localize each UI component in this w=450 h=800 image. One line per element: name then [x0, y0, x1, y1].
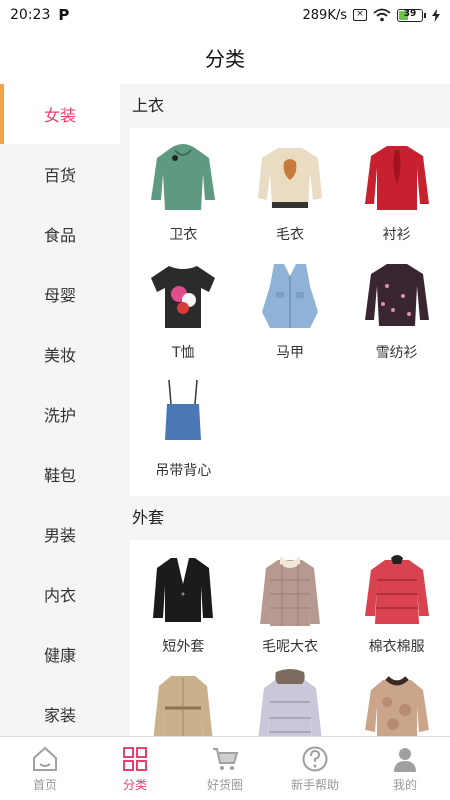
sidebar-item[interactable]: 洗护: [0, 384, 120, 444]
category-item[interactable]: 雪纺衫: [343, 252, 450, 370]
category-item[interactable]: 卫衣: [130, 134, 237, 252]
category-item-label: 吊带背心: [155, 463, 212, 479]
tab-category[interactable]: 分类: [90, 737, 180, 800]
category-item-label: 毛衣: [275, 227, 304, 243]
profile-icon: [391, 745, 419, 776]
battery-level: 39: [403, 8, 417, 19]
down-jacket-icon: [250, 668, 330, 736]
sidebar-item-label: 男装: [43, 526, 76, 545]
sidebar-item[interactable]: 女装: [0, 84, 120, 144]
category-item[interactable]: [130, 664, 237, 736]
tab-profile[interactable]: 我的: [360, 737, 450, 800]
tshirt-icon: [143, 256, 223, 336]
sidebar-item[interactable]: 健康: [0, 624, 120, 684]
sidebar-item[interactable]: 内衣: [0, 564, 120, 624]
help-icon: [301, 745, 329, 776]
sidebar-item-label: 百货: [43, 166, 76, 185]
tab-label: 我的: [392, 777, 417, 792]
category-item[interactable]: 马甲: [237, 252, 344, 370]
category-grid: 短外套 毛呢大衣 棉衣棉服: [130, 540, 450, 736]
sim-icon: ×: [353, 9, 367, 21]
category-item-label: 毛呢大衣: [261, 639, 318, 655]
home-icon: [31, 745, 59, 776]
tab-label: 好货圈: [206, 777, 243, 792]
fur-coat-icon: [357, 668, 437, 736]
sidebar-item-label: 母婴: [43, 286, 76, 305]
camisole-icon: [143, 374, 223, 454]
network-speed: 289K/s: [302, 7, 348, 23]
cart-icon: [211, 745, 239, 776]
category-item[interactable]: 短外套: [130, 546, 237, 664]
sidebar-item[interactable]: 母婴: [0, 264, 120, 324]
tab-home[interactable]: 首页: [0, 737, 90, 800]
category-item-label: 卫衣: [169, 227, 198, 243]
parking-app-icon: P: [58, 6, 70, 24]
charging-icon: [432, 8, 440, 22]
category-item[interactable]: [237, 664, 344, 736]
tab-help[interactable]: 新手帮助: [270, 737, 360, 800]
category-grid: 卫衣 毛衣 衬衫 T恤 马甲 雪纺衫吊带背心: [130, 128, 450, 496]
sidebar-item[interactable]: 鞋包: [0, 444, 120, 504]
category-item[interactable]: 吊带背心: [130, 370, 237, 488]
sidebar-item-label: 家装: [43, 706, 76, 725]
sidebar-item-label: 美妆: [43, 346, 76, 365]
sidebar-item-label: 食品: [43, 226, 76, 245]
sidebar-item-label: 洗护: [43, 406, 76, 425]
category-section: 上衣卫衣 毛衣 衬衫 T恤 马甲 雪纺衫吊带背心: [130, 84, 450, 496]
page-header: 分类: [0, 30, 450, 84]
category-item[interactable]: 毛呢大衣: [237, 546, 344, 664]
sidebar-item[interactable]: 家装: [0, 684, 120, 736]
bottom-tab-bar: 首页 分类 好货圈 新手帮助 我的: [0, 736, 450, 800]
category-content: 上衣卫衣 毛衣 衬衫 T恤 马甲 雪纺衫吊带背心外套短外套 毛呢大衣 棉衣棉服: [120, 84, 450, 736]
sidebar-item-label: 健康: [43, 646, 76, 665]
category-item[interactable]: 毛衣: [237, 134, 344, 252]
category-item-label: 雪纺衫: [375, 345, 418, 361]
sidebar-item-label: 女装: [43, 106, 76, 125]
sidebar-item[interactable]: 百货: [0, 144, 120, 204]
blazer-icon: [143, 550, 223, 630]
puffer-icon: [357, 550, 437, 630]
category-item[interactable]: 衬衫: [343, 134, 450, 252]
sidebar-item[interactable]: 男装: [0, 504, 120, 564]
section-title: 外套: [130, 496, 450, 540]
category-icon: [121, 745, 149, 776]
sidebar-item-label: 鞋包: [43, 466, 76, 485]
page-title: 分类: [205, 46, 245, 71]
wool-coat-icon: [250, 550, 330, 630]
status-bar: 20:23 P 289K/s × 39: [0, 0, 450, 30]
category-item[interactable]: 棉衣棉服: [343, 546, 450, 664]
wifi-icon: [373, 8, 391, 22]
section-title: 上衣: [130, 84, 450, 128]
tab-label: 新手帮助: [290, 777, 339, 792]
tab-cart[interactable]: 好货圈: [180, 737, 270, 800]
sidebar-item[interactable]: 食品: [0, 204, 120, 264]
tab-label: 分类: [122, 777, 147, 792]
hoodie-icon: [143, 138, 223, 218]
category-item-label: 棉衣棉服: [368, 639, 425, 655]
vest-icon: [250, 256, 330, 336]
clock: 20:23: [10, 7, 51, 23]
category-item[interactable]: [343, 664, 450, 736]
trench-icon: [143, 668, 223, 736]
sidebar-item[interactable]: 美妆: [0, 324, 120, 384]
category-section: 外套短外套 毛呢大衣 棉衣棉服: [130, 496, 450, 736]
category-item-label: 衬衫: [382, 227, 411, 243]
chiffon-icon: [357, 256, 437, 336]
category-sidebar: 女装百货食品母婴美妆洗护鞋包男装内衣健康家装: [0, 84, 120, 736]
category-item-label: T恤: [172, 345, 195, 361]
tab-label: 首页: [32, 777, 57, 792]
sweater-icon: [250, 138, 330, 218]
category-item-label: 马甲: [275, 345, 304, 361]
category-item[interactable]: T恤: [130, 252, 237, 370]
sidebar-item-label: 内衣: [43, 586, 76, 605]
category-item-label: 短外套: [162, 639, 205, 655]
battery-icon: 39: [397, 8, 426, 22]
blouse-icon: [357, 138, 437, 218]
